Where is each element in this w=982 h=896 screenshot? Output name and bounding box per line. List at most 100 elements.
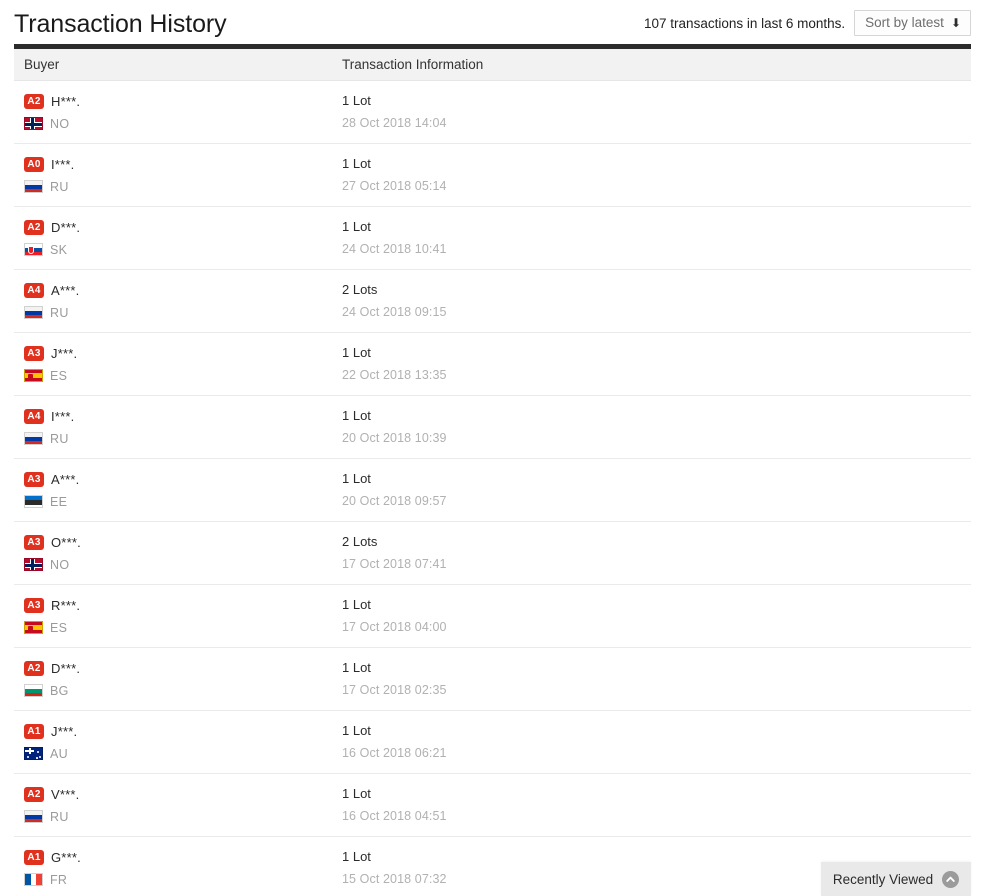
table-row[interactable]: A3 R***. ES 1 Lot 17 Oct 2018 04:00 (14, 585, 971, 648)
flag-icon-ru (24, 306, 43, 319)
country-line: EE (24, 494, 340, 509)
transaction-info-cell: 1 Lot 16 Oct 2018 06:21 (340, 722, 971, 761)
transaction-date: 24 Oct 2018 10:41 (342, 242, 447, 256)
transaction-info-cell: 1 Lot 17 Oct 2018 04:00 (340, 596, 971, 635)
buyer-cell: A3 R***. ES (14, 596, 340, 635)
buyer-cell: A2 D***. BG (14, 659, 340, 698)
country-line: NO (24, 557, 340, 572)
lot-count: 1 Lot (342, 723, 371, 738)
table-row[interactable]: A3 A***. EE 1 Lot 20 Oct 2018 09:57 (14, 459, 971, 522)
flag-icon-ru (24, 810, 43, 823)
flag-icon-ru (24, 180, 43, 193)
table-row[interactable]: A4 A***. RU 2 Lots 24 Oct 2018 09:15 (14, 270, 971, 333)
transaction-table: Buyer Transaction Information A2 H***. NO 1… (14, 49, 971, 896)
country-code: NO (50, 116, 70, 131)
lot-count: 1 Lot (342, 597, 371, 612)
arrow-down-icon: ⬇ (950, 15, 961, 30)
buyer-cell: A2 H***. NO (14, 92, 340, 131)
rating-badge: A4 (24, 408, 44, 424)
country-line: AU (24, 746, 340, 761)
flag-icon-au (24, 747, 43, 760)
buyer-name[interactable]: R***. (51, 598, 80, 613)
table-row[interactable]: A4 I***. RU 1 Lot 20 Oct 2018 10:39 (14, 396, 971, 459)
transaction-date: 22 Oct 2018 13:35 (342, 368, 447, 382)
flag-icon-bg (24, 684, 43, 697)
country-line: ES (24, 368, 340, 383)
lot-count: 2 Lots (342, 534, 378, 549)
buyer-line: A3 A***. (24, 470, 340, 488)
country-code: ES (50, 368, 68, 383)
country-code: SK (50, 242, 68, 257)
flag-icon-fr (24, 873, 43, 886)
column-header-buyer: Buyer (24, 57, 60, 72)
table-row[interactable]: A2 H***. NO 1 Lot 28 Oct 2018 14:04 (14, 81, 971, 144)
buyer-line: A2 D***. (24, 218, 340, 236)
lot-count: 1 Lot (342, 660, 371, 675)
buyer-name[interactable]: G***. (51, 850, 81, 865)
buyer-name[interactable]: J***. (51, 724, 77, 739)
country-line: RU (24, 305, 340, 320)
page-title: Transaction History (14, 10, 227, 38)
country-code: ES (50, 620, 68, 635)
transaction-date: 20 Oct 2018 09:57 (342, 494, 447, 508)
table-row[interactable]: A1 J***. AU 1 Lot 16 Oct 2018 06:21 (14, 711, 971, 774)
buyer-name[interactable]: D***. (51, 220, 80, 235)
table-row[interactable]: A3 O***. NO 2 Lots 17 Oct 2018 07:41 (14, 522, 971, 585)
buyer-name[interactable]: V***. (51, 787, 79, 802)
flag-icon-sk (24, 243, 43, 256)
buyer-name[interactable]: A***. (51, 283, 79, 298)
buyer-name[interactable]: H***. (51, 94, 80, 109)
country-code: RU (50, 179, 69, 194)
buyer-line: A4 A***. (24, 281, 340, 299)
buyer-line: A2 V***. (24, 785, 340, 803)
header-actions: 107 transactions in last 6 months. Sort … (644, 10, 971, 44)
recently-viewed-widget[interactable]: Recently Viewed (821, 862, 971, 896)
rating-badge: A3 (24, 534, 44, 550)
rating-badge: A1 (24, 723, 44, 739)
rating-badge: A0 (24, 156, 44, 172)
column-header-transaction-information: Transaction Information (342, 57, 484, 72)
country-line: ES (24, 620, 340, 635)
buyer-line: A1 J***. (24, 722, 340, 740)
lot-count: 1 Lot (342, 219, 371, 234)
buyer-name[interactable]: I***. (51, 157, 74, 172)
table-row[interactable]: A2 D***. SK 1 Lot 24 Oct 2018 10:41 (14, 207, 971, 270)
rating-badge: A3 (24, 597, 44, 613)
country-code: AU (50, 746, 68, 761)
page-header: Transaction History 107 transactions in … (0, 0, 982, 44)
buyer-name[interactable]: O***. (51, 535, 81, 550)
buyer-line: A0 I***. (24, 155, 340, 173)
transaction-date: 28 Oct 2018 14:04 (342, 116, 447, 130)
country-code: RU (50, 809, 69, 824)
sort-by-latest-button[interactable]: Sort by latest ⬇ (854, 10, 971, 36)
table-row[interactable]: A2 V***. RU 1 Lot 16 Oct 2018 04:51 (14, 774, 971, 837)
table-row[interactable]: A2 D***. BG 1 Lot 17 Oct 2018 02:35 (14, 648, 971, 711)
lot-count: 1 Lot (342, 471, 371, 486)
country-line: RU (24, 179, 340, 194)
buyer-name[interactable]: A***. (51, 472, 79, 487)
buyer-name[interactable]: J***. (51, 346, 77, 361)
transaction-date: 27 Oct 2018 05:14 (342, 179, 447, 193)
transaction-info-cell: 2 Lots 17 Oct 2018 07:41 (340, 533, 971, 572)
rating-badge: A2 (24, 660, 44, 676)
country-line: FR (24, 872, 340, 887)
table-header-row: Buyer Transaction Information (14, 49, 971, 81)
buyer-name[interactable]: D***. (51, 661, 80, 676)
table-body: A2 H***. NO 1 Lot 28 Oct 2018 14:04 A0 I***. RU… (14, 81, 971, 896)
flag-icon-es (24, 369, 43, 382)
buyer-line: A3 J***. (24, 344, 340, 362)
buyer-name[interactable]: I***. (51, 409, 74, 424)
transaction-info-cell: 1 Lot 28 Oct 2018 14:04 (340, 92, 971, 131)
chevron-up-circle-icon (942, 870, 960, 888)
lot-count: 1 Lot (342, 408, 371, 423)
table-row[interactable]: A0 I***. RU 1 Lot 27 Oct 2018 05:14 (14, 144, 971, 207)
flag-icon-no (24, 117, 43, 130)
table-row[interactable]: A3 J***. ES 1 Lot 22 Oct 2018 13:35 (14, 333, 971, 396)
buyer-cell: A2 D***. SK (14, 218, 340, 257)
transaction-date: 17 Oct 2018 02:35 (342, 683, 447, 697)
rating-badge: A2 (24, 786, 44, 802)
country-line: RU (24, 431, 340, 446)
buyer-line: A2 H***. (24, 92, 340, 110)
country-code: RU (50, 431, 69, 446)
rating-badge: A2 (24, 219, 44, 235)
